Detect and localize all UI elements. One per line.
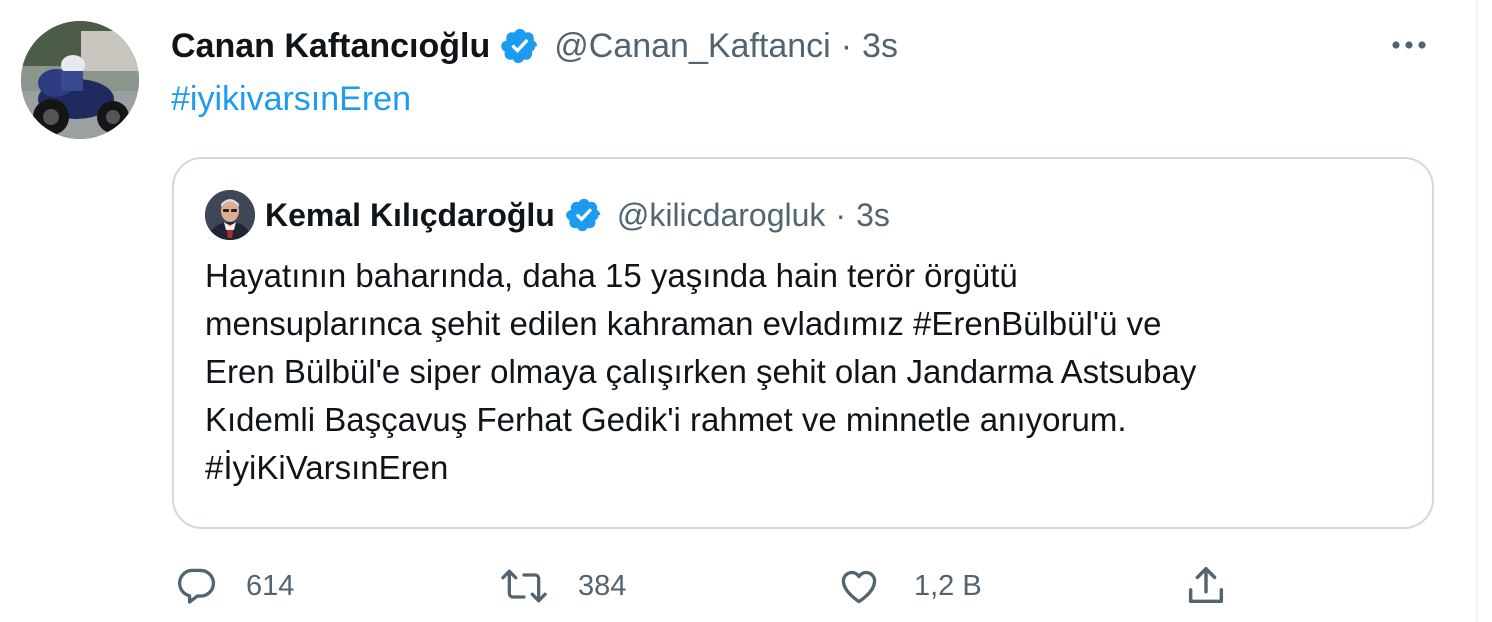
quoted-header: Kemal Kılıçdaroğlu @kilicdarogluk · 3s — [265, 193, 890, 237]
author-handle[interactable]: @Canan_Kaftanci — [554, 27, 830, 66]
quoted-timestamp[interactable]: 3s — [856, 197, 890, 234]
author-name[interactable]: Canan Kaftancıoğlu — [171, 27, 490, 66]
share-icon — [1188, 567, 1224, 604]
timeline-border — [1476, 0, 1478, 622]
retweet-count: 384 — [578, 569, 627, 602]
quoted-separator-dot: · — [835, 196, 847, 233]
quoted-author-handle[interactable]: @kilicdarogluk — [617, 197, 826, 234]
tweet[interactable]: Canan Kaftancıoğlu @Canan_Kaftanci · 3s … — [0, 0, 1492, 622]
quoted-text-line: Hayatının baharında, daha 15 yaşında hai… — [205, 257, 1018, 294]
quoted-verified-badge-icon — [565, 196, 603, 234]
heart-icon — [841, 570, 877, 604]
separator-dot: · — [840, 26, 853, 65]
action-bar: 614 384 1,2 B — [0, 560, 1492, 612]
avatar[interactable] — [21, 21, 139, 139]
quoted-avatar-photo-icon — [205, 190, 255, 240]
quoted-text-line: #İyiKiVarsınEren — [205, 449, 449, 486]
quoted-text-line: Kıdemli Başçavuş Ferhat Gedik'i rahmet v… — [205, 401, 1127, 438]
like-button[interactable]: 1,2 B — [836, 560, 982, 612]
quoted-author-name[interactable]: Kemal Kılıçdaroğlu — [265, 197, 555, 234]
quoted-avatar[interactable] — [205, 190, 255, 240]
verified-badge-icon — [500, 26, 540, 66]
more-horizontal-icon[interactable] — [1389, 30, 1429, 60]
retweet-button[interactable]: 384 — [500, 560, 626, 612]
avatar-photo-icon — [21, 21, 139, 139]
quoted-tweet-card[interactable]: Kemal Kılıçdaroğlu @kilicdarogluk · 3s H… — [172, 157, 1434, 529]
reply-count: 614 — [246, 569, 295, 602]
reply-button[interactable]: 614 — [174, 560, 294, 612]
quoted-tweet-text: Hayatının baharında, daha 15 yaşında hai… — [205, 252, 1405, 492]
timestamp[interactable]: 3s — [862, 27, 898, 66]
quoted-text-line: mensuplarınca şehit edilen kahraman evla… — [205, 305, 1162, 342]
tweet-header: Canan Kaftancıoğlu @Canan_Kaftanci · 3s — [171, 24, 898, 68]
retweet-icon — [501, 569, 547, 603]
tweet-hashtag-link[interactable]: #iyikivarsınEren — [171, 80, 411, 119]
share-button[interactable] — [1183, 560, 1229, 612]
like-count: 1,2 B — [914, 569, 982, 602]
reply-icon — [177, 568, 216, 604]
quoted-text-line: Eren Bülbül'e siper olmaya çalışırken şe… — [205, 353, 1197, 390]
